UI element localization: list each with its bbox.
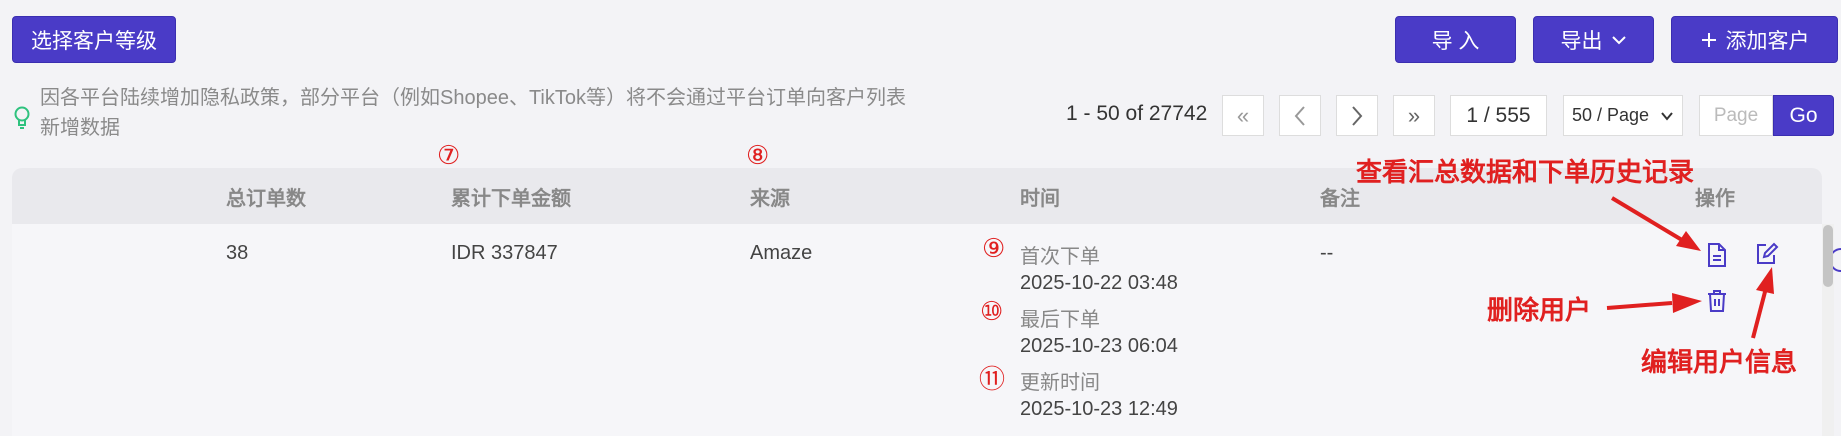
prev-page-button[interactable] [1279,95,1321,136]
page-size-value: 50 / Page [1572,105,1650,125]
last-order-time: 2025-10-23 06:04 [1020,335,1178,357]
page-size-select[interactable]: 50 / Page [1563,95,1683,136]
page-jump-placeholder: Page [1713,104,1759,126]
select-customer-level-label: 选择客户等级 [31,29,157,53]
page-display-text: 1 / 555 [1466,103,1531,127]
cell-note: -- [1320,242,1334,264]
page-jump-input[interactable]: Page [1699,95,1773,136]
first-order-time: 2025-10-22 03:48 [1020,272,1178,294]
updated-time: 2025-10-23 12:49 [1020,398,1178,420]
cell-total-orders: 38 [226,242,249,264]
chevron-down-icon [1611,35,1626,44]
annotation-circle-9: ⑨ [982,233,1006,263]
next-page-button[interactable] [1336,95,1378,136]
add-customer-label: 添加客户 [1725,29,1810,53]
view-detail-icon[interactable] [1706,242,1728,268]
chevron-right-icon [1352,105,1363,126]
lightbulb-icon [14,106,30,129]
last-order-label: 最后下单 [1020,309,1100,331]
select-customer-level-button[interactable]: 选择客户等级 [12,16,176,63]
chevron-down-icon [1661,111,1673,121]
delete-icon[interactable] [1706,289,1728,313]
header-actions: 操作 [1695,188,1735,210]
header-note: 备注 [1320,188,1360,210]
annotation-circle-10: ⑩ [980,296,1004,326]
cell-total-amount: IDR 337847 [451,242,558,264]
privacy-notice-text: 因各平台陆续增加隐私政策，部分平台（例如Shopee、TikTok等）将不会通过… [40,87,906,139]
cell-source: Amaze [750,242,813,264]
header-source: 来源 [750,188,790,210]
export-label: 导出 [1560,29,1603,53]
go-button[interactable]: Go [1773,95,1834,136]
first-page-icon: « [1236,102,1250,128]
annotation-circle-7: ⑦ [437,140,461,170]
pagination-summary: 1 - 50 of 27742 [1066,102,1208,125]
last-page-icon: » [1407,102,1421,128]
import-label: 导 入 [1431,29,1480,53]
circle-icon [1833,248,1841,272]
plus-icon [1701,32,1716,47]
annotation-circle-11: ⑪ [979,364,1006,394]
add-customer-button[interactable]: 添加客户 [1671,16,1838,63]
header-time: 时间 [1020,188,1060,210]
first-order-label: 首次下单 [1020,246,1100,268]
first-page-button[interactable]: « [1222,95,1264,136]
edit-icon[interactable] [1754,241,1780,267]
page-display: 1 / 555 [1450,95,1547,136]
annotation-circle-8: ⑧ [746,140,770,170]
header-total-amount: 累计下单金额 [451,188,571,210]
annotation-edit-user: 编辑用户信息 [1641,347,1798,377]
header-total-orders: 总订单数 [226,188,306,210]
export-button[interactable]: 导出 [1533,16,1654,63]
updated-label: 更新时间 [1020,372,1100,394]
chevron-left-icon [1294,105,1305,126]
go-label: Go [1789,103,1818,127]
last-page-button[interactable]: » [1393,95,1435,136]
table-row [12,224,1822,436]
annotation-delete-user: 删除用户 [1487,295,1592,325]
annotation-view-summary: 查看汇总数据和下单历史记录 [1356,157,1695,187]
import-button[interactable]: 导 入 [1395,16,1516,63]
table-scrollbar-thumb[interactable] [1823,225,1833,287]
